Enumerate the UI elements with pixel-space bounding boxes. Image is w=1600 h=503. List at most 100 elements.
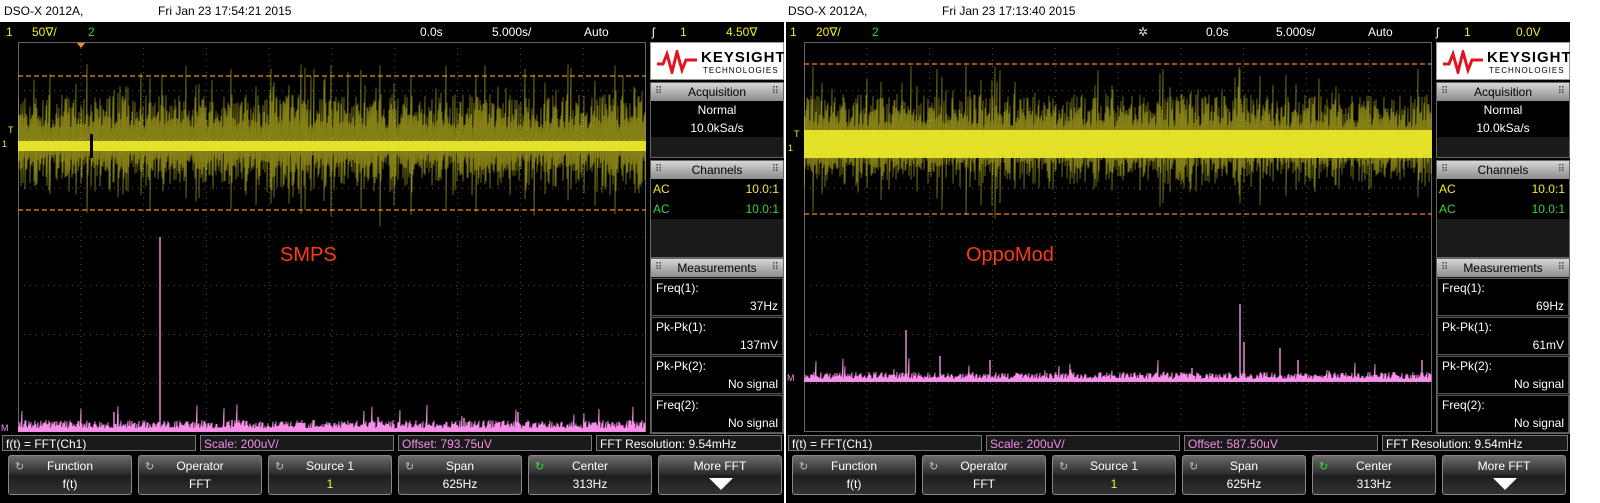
ch2-number[interactable]: 2 (88, 25, 95, 39)
ch1-number[interactable]: 1 (6, 25, 13, 39)
trigger-edge-icon: ʃ (1436, 25, 1439, 39)
title-bar: DSO-X 2012A, Fri Jan 23 17:54:21 2015 (0, 0, 784, 22)
date-time: Fri Jan 23 17:13:40 2015 (942, 4, 1076, 18)
trace-label: OppoMod (966, 244, 1054, 266)
function-softkey[interactable]: ↻ Function f(t) (8, 455, 132, 495)
model-name: DSO-X 2012A, (4, 4, 84, 18)
fft-resolution: FFT Resolution: 9.54mHz (596, 435, 782, 451)
measurements-title: Measurements (677, 261, 757, 275)
trigger-edge-icon: ʃ (652, 25, 655, 39)
measurement-item: Pk-Pk(2): No signal (651, 356, 783, 394)
trigger-level[interactable]: 0.0V (1516, 25, 1541, 39)
fft-scale[interactable]: Scale: 200uV/ (986, 435, 1180, 451)
fft-scale[interactable]: Scale: 200uV/ (200, 435, 394, 451)
scope-screen-right: DSO-X 2012A, Fri Jan 23 17:13:40 2015 1 … (786, 0, 1570, 503)
keysight-logo: KEYSIGHT TECHNOLOGIES (650, 42, 784, 80)
acquisition-title: Acquisition (687, 85, 747, 99)
side-panel: KEYSIGHT TECHNOLOGIES ⠿ Acquisition ⠿ Norm… (650, 42, 784, 434)
acquisition-panel[interactable]: ⠿ Acquisition ⠿ Normal 10.0kSa/s (650, 82, 784, 158)
operator-softkey[interactable]: ↻ Operator FFT (138, 455, 262, 495)
model-name: DSO-X 2012A, (788, 4, 868, 18)
channels-panel[interactable]: ⠿ Channels ⠿ AC 10.0:1 AC 10.0:1 (1436, 160, 1570, 258)
keysight-logo: KEYSIGHT TECHNOLOGIES (1436, 42, 1570, 80)
measurements-panel[interactable]: ⠿ Measurements ⠿ Freq(1): 69Hz Pk-Pk(1): 61m… (1436, 258, 1570, 434)
channels-title: Channels (1477, 163, 1529, 177)
center-softkey[interactable]: ↻ Center 313Hz (1312, 455, 1436, 495)
math-marker[interactable]: M (787, 374, 795, 383)
date-time: Fri Jan 23 17:54:21 2015 (158, 4, 292, 18)
fft-function[interactable]: f(t) = FFT(Ch1) (788, 435, 982, 451)
measurement-item: Freq(1): 69Hz (1437, 278, 1569, 316)
fft-resolution: FFT Resolution: 9.54mHz (1382, 435, 1568, 451)
fft-info-bar: f(t) = FFT(Ch1) Scale: 200uV/ Offset: 58… (786, 434, 1570, 452)
trace-label: SMPS (280, 244, 337, 266)
waveform-display (18, 42, 646, 432)
softkey-bar: ↻ Function f(t) ↻ Operator FFT ↻ Source 11 ↻ S… (0, 453, 784, 503)
span-softkey[interactable]: ↻ Span 625Hz (398, 455, 522, 495)
sample-rate: 10.0kSa/s (1437, 119, 1569, 137)
delay-value[interactable]: 0.0s (420, 25, 443, 39)
operator-softkey[interactable]: ↻ Operator FFT (922, 455, 1046, 495)
measurements-title: Measurements (1463, 261, 1543, 275)
channel-1-row: AC 10.0:1 (651, 179, 783, 199)
measurements-panel[interactable]: ⠿ Measurements ⠿ Freq(1): 37Hz Pk-Pk(1): 137… (650, 258, 784, 434)
ch1-scale[interactable]: 20∇/ (816, 25, 841, 39)
trigger-source[interactable]: 1 (680, 25, 687, 39)
trigger-mode[interactable]: Auto (584, 25, 609, 39)
acquisition-panel[interactable]: ⠿ Acquisition ⠿ Normal 10.0kSa/s (1436, 82, 1570, 158)
more-fft-softkey[interactable]: More FFT (658, 455, 782, 495)
source-softkey[interactable]: ↻ Source 11 (1052, 455, 1176, 495)
trigger-source[interactable]: 1 (1464, 25, 1471, 39)
center-softkey[interactable]: ↻ Center 313Hz (528, 455, 652, 495)
measurement-item: Freq(2): No signal (1437, 395, 1569, 433)
measurement-item: Freq(1): 37Hz (651, 278, 783, 316)
acquisition-mode: Normal (1437, 101, 1569, 119)
fft-offset[interactable]: Offset: 587.50uV (1184, 435, 1378, 451)
keysight-wave-icon (657, 50, 697, 74)
running-icon: ✲ (1138, 25, 1149, 39)
channels-title: Channels (691, 163, 743, 177)
sample-rate: 10.0kSa/s (651, 119, 783, 137)
trigger-level-marker[interactable]: T (8, 126, 14, 135)
source-softkey[interactable]: ↻ Source 11 (268, 455, 392, 495)
acquisition-mode: Normal (651, 101, 783, 119)
measurement-item: Freq(2): No signal (651, 395, 783, 433)
trigger-level[interactable]: 4.50∇ (726, 25, 757, 39)
side-panel: KEYSIGHT TECHNOLOGIES ⠿ Acquisition ⠿ Norm… (1436, 42, 1570, 434)
acquisition-title: Acquisition (1473, 85, 1533, 99)
channel-1-row: AC 10.0:1 (1437, 179, 1569, 199)
timebase-value[interactable]: 5.000s/ (492, 25, 531, 39)
channel-2-row: AC 10.0:1 (1437, 199, 1569, 219)
waveform-display (804, 42, 1432, 432)
delay-value[interactable]: 0.0s (1206, 25, 1229, 39)
channel-2-row: AC 10.0:1 (651, 199, 783, 219)
fft-info-bar: f(t) = FFT(Ch1) Scale: 200uV/ Offset: 79… (0, 434, 784, 452)
measurement-item: Pk-Pk(2): No signal (1437, 356, 1569, 394)
function-softkey[interactable]: ↻ Function f(t) (792, 455, 916, 495)
math-marker[interactable]: M (1, 424, 9, 433)
waveform-grid[interactable] (18, 42, 646, 432)
ch1-number[interactable]: 1 (790, 25, 797, 39)
measurement-item: Pk-Pk(1): 61mV (1437, 317, 1569, 355)
fft-function[interactable]: f(t) = FFT(Ch1) (2, 435, 196, 451)
trigger-mode[interactable]: Auto (1368, 25, 1393, 39)
ch1-ground-marker[interactable]: 1 (788, 144, 793, 153)
status-bar: 1 20∇/ 2 ✲ 0.0s 5.000s/ Auto ʃ 1 0.0V (786, 22, 1570, 42)
arrow-down-icon (1493, 478, 1517, 490)
status-bar: 1 50∇/ 2 0.0s 5.000s/ Auto ʃ 1 4.50∇ (0, 22, 784, 42)
ch1-scale[interactable]: 50∇/ (32, 25, 57, 39)
ch1-ground-marker[interactable]: 1 (2, 140, 7, 149)
more-fft-softkey[interactable]: More FFT (1442, 455, 1566, 495)
span-softkey[interactable]: ↻ Span 625Hz (1182, 455, 1306, 495)
keysight-wave-icon (1443, 50, 1483, 74)
measurement-item: Pk-Pk(1): 137mV (651, 317, 783, 355)
scope-screen-left: DSO-X 2012A, Fri Jan 23 17:54:21 2015 1 … (0, 0, 784, 503)
waveform-grid[interactable] (804, 42, 1432, 432)
ch2-number[interactable]: 2 (872, 25, 879, 39)
arrow-down-icon (709, 478, 733, 490)
softkey-bar: ↻ Function f(t) ↻ Operator FFT ↻ Source 11 ↻ S… (786, 453, 1570, 503)
fft-offset[interactable]: Offset: 793.75uV (398, 435, 592, 451)
timebase-value[interactable]: 5.000s/ (1276, 25, 1315, 39)
trigger-level-marker[interactable]: T (794, 130, 800, 139)
channels-panel[interactable]: ⠿ Channels ⠿ AC 10.0:1 AC 10.0:1 (650, 160, 784, 258)
